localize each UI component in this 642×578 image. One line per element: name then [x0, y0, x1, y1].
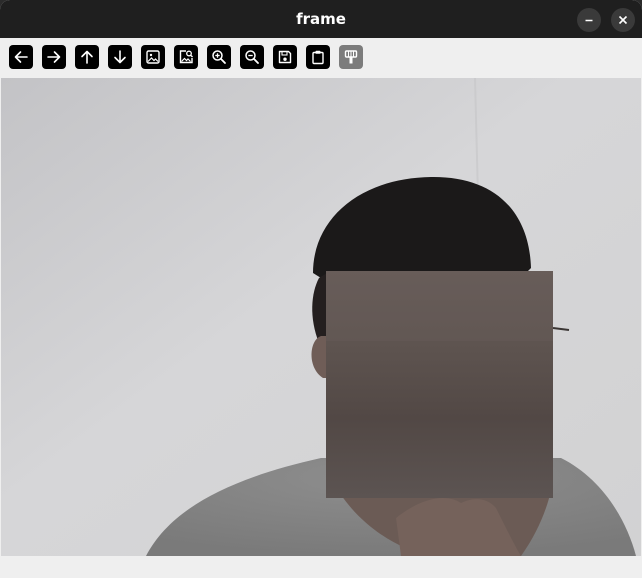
- arrow-left-icon: [14, 51, 28, 63]
- zoom-in-button[interactable]: [207, 45, 231, 69]
- zoom-fit-button[interactable]: [174, 45, 198, 69]
- close-button[interactable]: [611, 8, 635, 32]
- zoom-out-icon: [245, 50, 259, 64]
- close-icon: [618, 15, 628, 25]
- arrow-down-icon: [114, 50, 126, 64]
- arrow-right-icon: [47, 51, 61, 63]
- toolbar: [0, 38, 642, 76]
- pan-left-button[interactable]: [9, 45, 33, 69]
- copy-clipboard-button[interactable]: [306, 45, 330, 69]
- window-title: frame: [296, 10, 346, 28]
- pan-up-button[interactable]: [75, 45, 99, 69]
- minimize-button[interactable]: [577, 8, 601, 32]
- camera-frame-image: [1, 78, 641, 556]
- app-window: frame: [0, 0, 642, 578]
- minimize-icon: [585, 19, 593, 22]
- image-icon: [146, 50, 160, 64]
- image-search-icon: [179, 50, 193, 64]
- properties-button[interactable]: [339, 45, 363, 69]
- title-bar[interactable]: frame: [0, 0, 642, 38]
- save-image-button[interactable]: [273, 45, 297, 69]
- status-bar: [0, 556, 642, 578]
- zoom-in-icon: [212, 50, 226, 64]
- clipboard-icon: [312, 50, 324, 65]
- zoom-original-button[interactable]: [141, 45, 165, 69]
- arrow-up-icon: [81, 50, 93, 64]
- save-icon: [278, 50, 292, 64]
- paint-roller-icon: [344, 50, 358, 64]
- pan-right-button[interactable]: [42, 45, 66, 69]
- pan-down-button[interactable]: [108, 45, 132, 69]
- zoom-out-button[interactable]: [240, 45, 264, 69]
- image-view[interactable]: [1, 78, 641, 556]
